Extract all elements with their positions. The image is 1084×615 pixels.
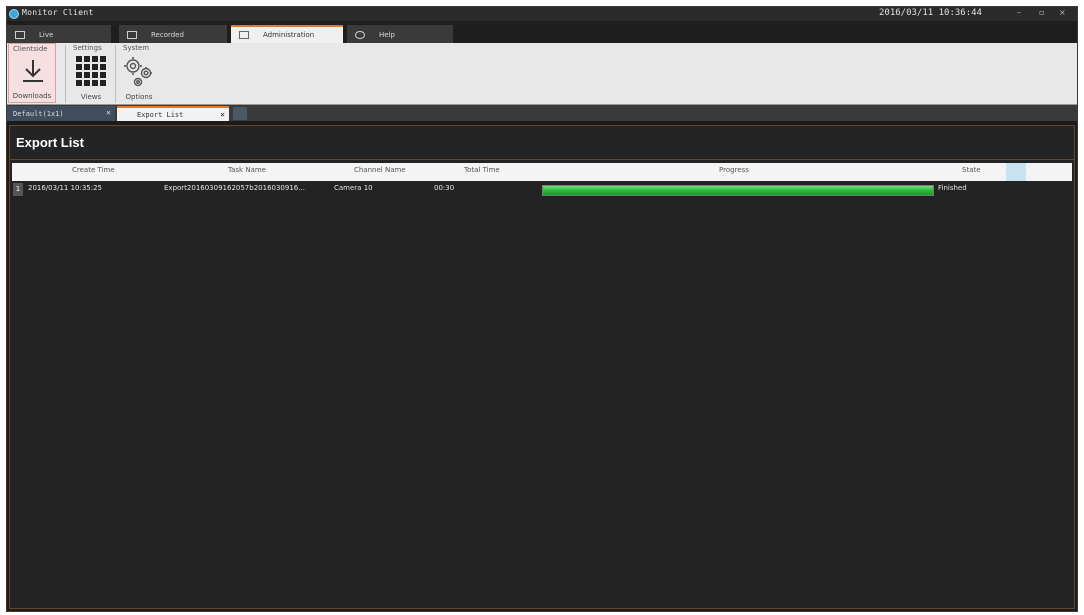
doc-tab-default[interactable]: Default(1x1) ✕ <box>7 106 115 121</box>
ribbon-separator <box>115 45 116 103</box>
ribbon-group-system: System Options <box>117 43 165 105</box>
group-label: System <box>123 44 150 52</box>
group-label: Settings <box>73 44 102 52</box>
tab-label: Help <box>379 31 395 39</box>
column-header-task-name[interactable]: Task Name <box>228 166 266 174</box>
app-window: Monitor Client 2016/03/11 10:36:44 – ▫ ×… <box>6 6 1078 612</box>
tab-live[interactable]: Live <box>7 25 111 43</box>
gears-icon <box>124 57 152 87</box>
maximize-icon[interactable]: ▫ <box>1039 8 1044 17</box>
doc-tab-label: Default(1x1) <box>13 109 64 118</box>
column-header-channel-name[interactable]: Channel Name <box>354 166 406 174</box>
tab-recorded[interactable]: Recorded <box>119 25 227 43</box>
cell-channel-name: Camera 10 <box>334 184 373 192</box>
cell-task-name: Export20160309162057b2016030916... <box>164 184 305 192</box>
options-button[interactable]: System Options <box>119 43 159 103</box>
tab-administration[interactable]: Administration <box>231 25 343 43</box>
panel-header: Export List <box>10 126 1074 160</box>
download-icon <box>23 60 43 82</box>
playback-icon <box>127 31 137 39</box>
cell-create-time: 2016/03/11 10:35:25 <box>28 184 103 192</box>
options-label: Options <box>125 93 153 101</box>
tab-label: Live <box>39 31 54 39</box>
minimize-icon[interactable]: – <box>1017 8 1021 17</box>
downloads-label: Downloads <box>12 92 52 100</box>
app-title: Monitor Client <box>22 8 94 17</box>
table-row[interactable]: 1 2016/03/11 10:35:25 Export201603091620… <box>12 182 1072 197</box>
clock: 2016/03/11 10:36:44 <box>879 8 982 18</box>
column-header-total-time[interactable]: Total Time <box>464 166 500 174</box>
tab-label: Recorded <box>151 31 184 39</box>
group-label: Clientside <box>13 45 48 53</box>
export-list-panel: Export List Create Time Task Name Channe… <box>9 125 1075 609</box>
admin-icon <box>239 31 249 39</box>
tab-label: Administration <box>263 31 315 39</box>
tab-help[interactable]: Help <box>347 25 453 43</box>
close-icon[interactable]: ✕ <box>220 110 225 119</box>
document-tabs: Default(1x1) ✕ Export List ✕ <box>7 105 1077 121</box>
close-icon[interactable]: ✕ <box>106 108 111 117</box>
row-index: 1 <box>13 183 23 196</box>
main-menu: Live Recorded Administration Help <box>7 21 1077 43</box>
views-label: Views <box>80 93 102 101</box>
views-button[interactable]: Settings Views <box>69 43 113 103</box>
progress-fill <box>543 186 933 195</box>
app-logo-icon <box>9 9 19 19</box>
cell-state: Finished <box>938 184 967 192</box>
progress-bar <box>542 185 934 196</box>
table-header: Create Time Task Name Channel Name Total… <box>12 163 1072 181</box>
title-bar: Monitor Client 2016/03/11 10:36:44 – ▫ × <box>7 7 1077 21</box>
ribbon-toolbar: Clientside Downloads Settings Views Syst… <box>7 43 1077 105</box>
doc-tab-label: Export List <box>137 110 184 119</box>
grid-icon <box>76 56 106 86</box>
ribbon-group-clientside: Clientside Downloads <box>7 43 63 105</box>
help-icon <box>355 31 365 39</box>
column-header-progress[interactable]: Progress <box>719 166 749 174</box>
cell-total-time: 00:30 <box>434 184 455 192</box>
ribbon-separator <box>65 45 66 103</box>
column-chooser-button[interactable] <box>1006 163 1026 181</box>
column-header-create-time[interactable]: Create Time <box>72 166 115 174</box>
column-header-state[interactable]: State <box>962 166 981 174</box>
monitor-icon <box>15 31 25 39</box>
add-tab-button[interactable] <box>233 107 247 120</box>
downloads-button[interactable]: Clientside Downloads <box>8 43 56 103</box>
ribbon-group-settings: Settings Views <box>67 43 115 105</box>
panel-title: Export List <box>16 135 84 150</box>
close-icon[interactable]: × <box>1059 8 1066 17</box>
doc-tab-export-list[interactable]: Export List ✕ <box>117 106 229 121</box>
